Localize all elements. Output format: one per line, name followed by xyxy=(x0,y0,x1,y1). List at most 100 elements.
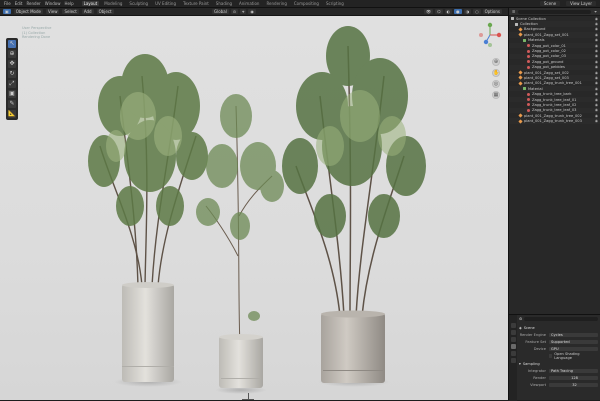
visibility-icon[interactable]: 👁 xyxy=(423,9,434,14)
workspace-tab[interactable]: Texture Paint xyxy=(181,1,211,6)
rotate-tool-icon[interactable]: ↻ xyxy=(8,70,16,78)
workspace-tab[interactable]: UV Editing xyxy=(153,1,178,6)
visibility-eye-icon[interactable]: ◉ xyxy=(595,92,598,96)
workspace-tab[interactable]: Modeling xyxy=(102,1,124,6)
editor-type-icon[interactable]: ▣ xyxy=(3,9,11,14)
visibility-eye-icon[interactable]: ◉ xyxy=(595,17,598,21)
render-samples-field[interactable]: 128 xyxy=(549,375,598,381)
integrator-row: Integrator Path Tracing xyxy=(519,368,598,374)
menu-item[interactable]: Window xyxy=(45,1,61,6)
navigation-gizmo[interactable] xyxy=(478,22,502,48)
scene-tab-icon[interactable] xyxy=(510,344,516,349)
visibility-eye-icon[interactable]: ◉ xyxy=(595,54,598,58)
visibility-eye-icon[interactable]: ◉ xyxy=(595,22,598,26)
select-tool-icon[interactable]: ↖ xyxy=(8,40,16,48)
snap-icon[interactable]: ⌖ xyxy=(240,9,247,14)
visibility-eye-icon[interactable]: ◉ xyxy=(595,27,598,31)
proportional-icon[interactable]: ◉ xyxy=(248,9,256,14)
menu-item[interactable]: Help xyxy=(64,1,73,6)
middle-plant-foliage xyxy=(196,94,284,321)
device-select[interactable]: GPU xyxy=(549,346,598,352)
shading-solid-icon[interactable]: ● xyxy=(454,9,462,14)
move-tool-icon[interactable]: ✥ xyxy=(8,60,16,68)
menu-item[interactable]: Render xyxy=(26,1,40,6)
sampling-section-header[interactable]: ▾ Sampling xyxy=(519,361,598,367)
perspective-icon[interactable]: ▦ xyxy=(492,91,500,99)
visibility-eye-icon[interactable]: ◉ xyxy=(595,81,598,85)
workspace-tab[interactable]: Scripting xyxy=(324,1,346,6)
mode-selector[interactable]: Object Mode xyxy=(13,9,43,14)
outliner-search-input[interactable] xyxy=(518,9,592,14)
outliner-editor-icon[interactable]: ☰ xyxy=(512,10,515,14)
osl-checkbox[interactable] xyxy=(548,354,553,358)
annotate-tool-icon[interactable]: ✎ xyxy=(8,100,16,108)
view-menu[interactable]: View xyxy=(45,9,60,14)
view-layer-selector[interactable]: View Layer xyxy=(566,1,596,6)
workspace-tab[interactable]: Sculpting xyxy=(127,1,150,6)
menu-item[interactable]: File xyxy=(4,1,11,6)
render-tab-icon[interactable] xyxy=(510,330,516,335)
render-engine-select[interactable]: Cycles xyxy=(549,332,598,338)
tool-tab-icon[interactable] xyxy=(510,323,516,328)
outliner-row-label: Collection xyxy=(520,22,538,27)
render-samples-label: Render xyxy=(533,376,546,380)
gizmo-toggle-icon[interactable]: ⌬ xyxy=(435,9,443,14)
integrator-select[interactable]: Path Tracing xyxy=(549,368,598,374)
3d-viewport[interactable]: User Perspective (1) Collection Renderin… xyxy=(0,16,508,400)
workspace-tab[interactable]: Animation xyxy=(237,1,261,6)
visibility-eye-icon[interactable]: ◉ xyxy=(595,119,598,123)
menu-item[interactable]: Edit xyxy=(15,1,23,6)
filter-icon[interactable]: ⏷ xyxy=(594,10,597,14)
outliner-header: ☰ ⏷ xyxy=(509,8,600,16)
visibility-eye-icon[interactable]: ◉ xyxy=(595,76,598,80)
workspace-tab[interactable]: Compositing xyxy=(292,1,321,6)
material-icon xyxy=(527,98,530,102)
visibility-eye-icon[interactable]: ◉ xyxy=(595,33,598,37)
workspace-tab[interactable]: Rendering xyxy=(264,1,288,6)
scene-selector[interactable]: Scene xyxy=(539,1,561,6)
visibility-eye-icon[interactable]: ◉ xyxy=(595,60,598,64)
scale-tool-icon[interactable]: ⤢ xyxy=(8,80,16,88)
visibility-eye-icon[interactable]: ◉ xyxy=(595,71,598,75)
measure-tool-icon[interactable]: 📐 xyxy=(8,110,16,118)
properties-search-input[interactable] xyxy=(524,317,598,321)
transform-tool-icon[interactable]: ▣ xyxy=(8,90,16,98)
group-icon xyxy=(523,87,526,91)
visibility-eye-icon[interactable]: ◉ xyxy=(595,49,598,53)
object-tab-icon[interactable] xyxy=(510,358,516,363)
visibility-eye-icon[interactable]: ◉ xyxy=(595,114,598,118)
visibility-eye-icon[interactable]: ◉ xyxy=(595,38,598,42)
camera-icon[interactable]: ◎ xyxy=(492,80,500,88)
transform-orientation[interactable]: Global xyxy=(212,9,229,14)
workspace-tab[interactable]: Shading xyxy=(214,1,234,6)
add-menu[interactable]: Add xyxy=(81,9,94,14)
properties-editor-icon[interactable]: ⚙ xyxy=(519,317,522,321)
visibility-eye-icon[interactable]: ◉ xyxy=(595,65,598,69)
pivot-icon[interactable]: ⊙ xyxy=(230,9,239,14)
zoom-icon[interactable]: ⊕ xyxy=(492,58,500,66)
pan-icon[interactable]: ✋ xyxy=(492,69,500,77)
shading-rendered-icon[interactable]: ○ xyxy=(473,9,481,14)
visibility-eye-icon[interactable]: ◉ xyxy=(595,87,598,91)
options-button[interactable]: Options xyxy=(482,9,502,14)
select-menu[interactable]: Select xyxy=(62,9,79,14)
visibility-eye-icon[interactable]: ◉ xyxy=(595,103,598,107)
object-menu[interactable]: Object xyxy=(96,9,114,14)
visibility-eye-icon[interactable]: ◉ xyxy=(595,98,598,102)
workspace-tab[interactable]: Layout xyxy=(81,1,100,6)
outliner-row[interactable]: plant_001_Zagg_trunk_tree_003 ◉ xyxy=(509,118,600,124)
overlay-icon[interactable]: ◐ xyxy=(444,9,453,14)
feature-set-select[interactable]: Supported xyxy=(549,339,598,345)
outliner-row-label: plant_001_Zagg_trunk_tree_002 xyxy=(524,113,582,118)
visibility-eye-icon[interactable]: ◉ xyxy=(595,108,598,112)
shading-material-icon[interactable]: ◑ xyxy=(463,9,472,14)
3d-cursor-icon[interactable] xyxy=(242,393,254,400)
viewport-samples-field[interactable]: 32 xyxy=(549,382,598,388)
feature-set-row: Feature Set Supported xyxy=(519,339,598,345)
visibility-eye-icon[interactable]: ◉ xyxy=(595,44,598,48)
output-tab-icon[interactable] xyxy=(510,337,516,342)
cursor-tool-icon[interactable]: ⊕ xyxy=(8,50,16,58)
world-tab-icon[interactable] xyxy=(510,351,516,356)
outliner-row-label: plant_001_Zagg_trunk_tree_001 xyxy=(524,81,582,86)
outliner-row-label: Zagg_trunk_tree_bark xyxy=(532,92,572,97)
